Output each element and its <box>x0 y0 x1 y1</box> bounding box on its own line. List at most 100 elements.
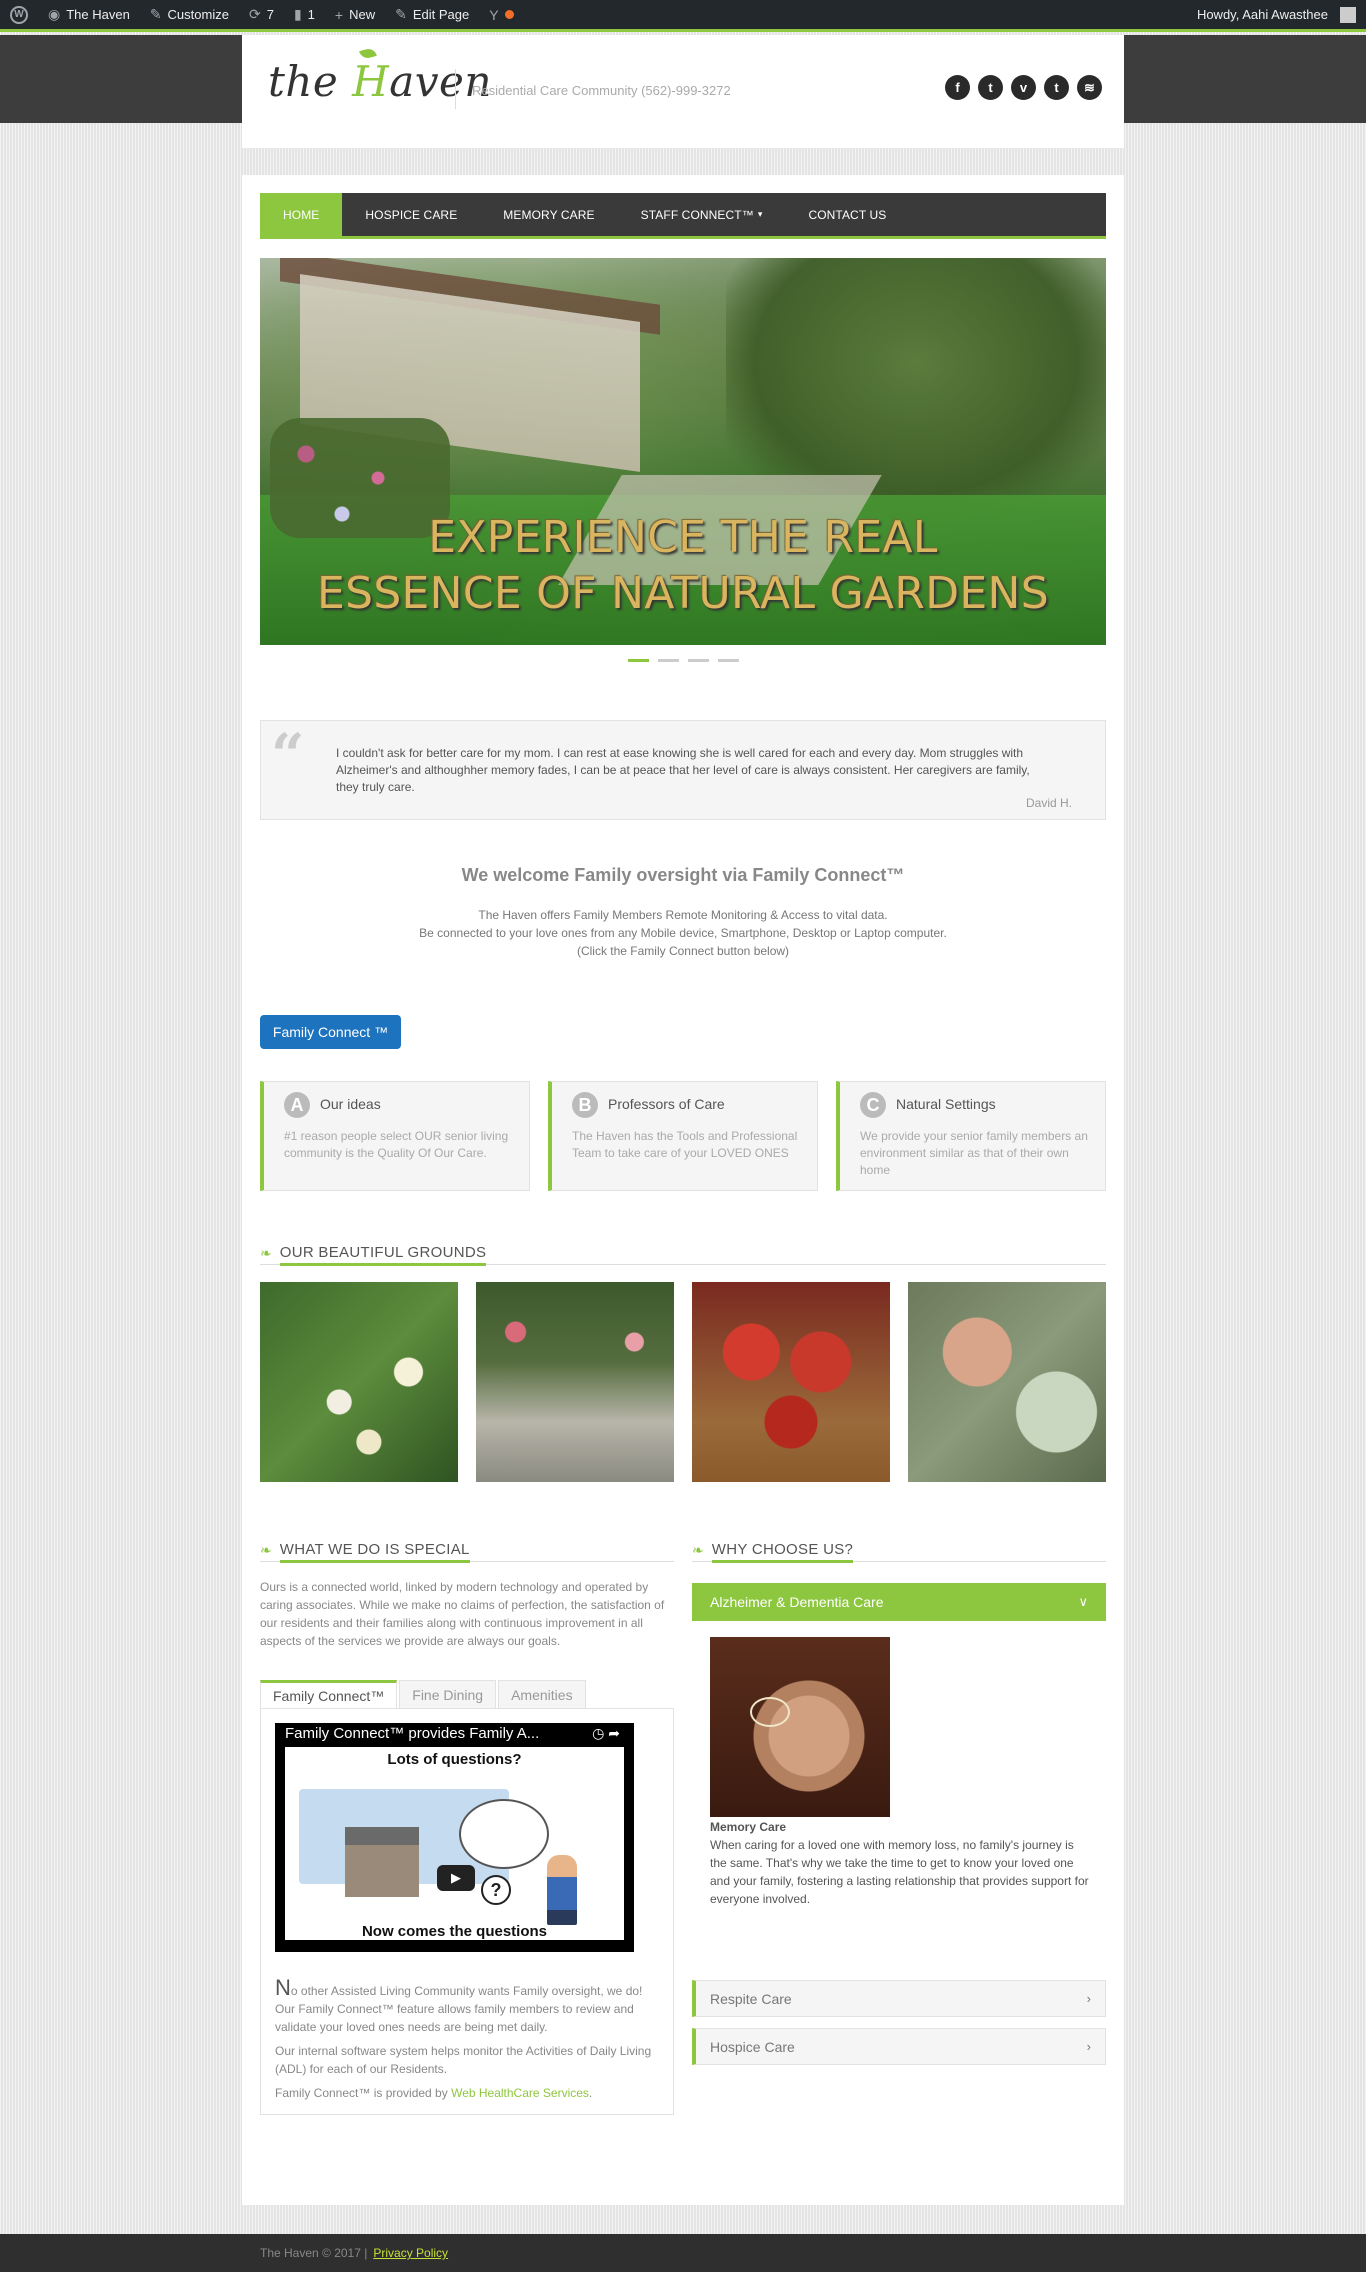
testimonial: “ I couldn't ask for better care for my … <box>260 720 1106 820</box>
site-logo[interactable]: the Haven <box>268 47 492 106</box>
gallery-image-tomatoes[interactable] <box>692 1282 890 1482</box>
hero-caption-line2: ESSENCE OF NATURAL GARDENS <box>317 568 1049 619</box>
sprig-icon: ❧ <box>260 1245 272 1261</box>
special-heading: ❧ WHAT WE DO IS SPECIAL <box>260 1540 674 1563</box>
video-embed[interactable]: Family Connect™ provides Family A... ◷ ➦… <box>275 1723 634 1952</box>
tab-panel: Family Connect™ provides Family A... ◷ ➦… <box>260 1708 674 2115</box>
provider-suffix: . <box>588 2086 593 2100</box>
gallery-image-harvest[interactable] <box>908 1282 1106 1482</box>
nav-item-home[interactable]: HOME <box>260 193 343 236</box>
dashboard-icon: ◉ <box>48 6 61 22</box>
testimonial-author: David H. <box>1025 796 1072 810</box>
why-heading: ❧ WHY CHOOSE US? <box>692 1540 1106 1563</box>
nav-item-staff-connect[interactable]: STAFF CONNECT™ ▾ <box>618 193 786 236</box>
accordion-alzheimer-dementia[interactable]: Alzheimer & Dementia Care ∨ <box>692 1583 1106 1621</box>
sprig-icon: ❧ <box>260 1542 272 1558</box>
avatar <box>1340 6 1356 23</box>
edit-page-link[interactable]: ✎ Edit Page <box>385 0 479 31</box>
memory-care-title: Memory Care <box>710 1820 787 1834</box>
accordion-respite-care[interactable]: Respite Care › <box>692 1980 1106 2017</box>
vimeo-icon[interactable]: v <box>1011 75 1036 100</box>
seo-menu[interactable]: Y <box>479 0 523 31</box>
gallery-image-garden-path[interactable] <box>476 1282 674 1482</box>
feature-badge: A <box>284 1092 310 1118</box>
tab-fine-dining[interactable]: Fine Dining <box>399 1680 497 1708</box>
video-character <box>547 1855 577 1925</box>
gallery-image-plumeria[interactable] <box>260 1282 458 1482</box>
accordion-label: Respite Care <box>710 1990 792 2007</box>
comments-link[interactable]: ▮ 1 <box>284 0 325 31</box>
rss-icon[interactable]: ≋ <box>1077 75 1102 100</box>
account-menu[interactable]: Howdy, Aahi Awasthee <box>1187 0 1366 31</box>
special-tabs: Family Connect™ Fine Dining Amenities <box>260 1680 674 1708</box>
slider-dot[interactable] <box>658 659 679 662</box>
why-title: WHY CHOOSE US? <box>711 1541 854 1563</box>
video-house <box>345 1827 419 1897</box>
nav-item-memory-care[interactable]: MEMORY CARE <box>480 193 617 236</box>
pencil-icon: ✎ <box>395 6 407 22</box>
site-footer: The Haven © 2017 | Privacy Policy <box>0 2234 1366 2272</box>
provider-link[interactable]: Web HealthCare Services <box>451 2086 589 2100</box>
tab-family-connect[interactable]: Family Connect™ <box>260 1680 398 1708</box>
twitter-icon[interactable]: t <box>978 75 1003 100</box>
chevron-right-icon: › <box>1086 2039 1091 2054</box>
memory-care-image <box>710 1637 890 1817</box>
copyright: The Haven © 2017 | <box>260 2246 368 2260</box>
clock-icon[interactable]: ◷ <box>592 1725 604 1741</box>
panel-paragraph: No other Assisted Living Community wants… <box>275 1977 659 2036</box>
accordion-hospice-care[interactable]: Hospice Care › <box>692 2028 1106 2065</box>
hero-caption-line1: EXPERIENCE THE REAL <box>428 512 938 563</box>
testimonial-text: I couldn't ask for better care for my mo… <box>336 746 1030 794</box>
quote-icon: “ <box>271 721 305 789</box>
accordion-label: Hospice Care <box>710 2038 795 2055</box>
drop-cap: N <box>275 1975 291 2000</box>
nav-item-hospice-care[interactable]: HOSPICE CARE <box>342 193 480 236</box>
new-content-menu[interactable]: + New <box>325 0 385 31</box>
slider-dot[interactable] <box>628 659 649 662</box>
slider-dot[interactable] <box>688 659 709 662</box>
video-bottom-text: Now comes the questions <box>361 1923 548 1940</box>
facebook-icon[interactable]: f <box>945 75 970 100</box>
caret-down-icon: ▾ <box>757 209 763 219</box>
tab-amenities[interactable]: Amenities <box>498 1680 586 1708</box>
wordpress-logo-menu[interactable]: W <box>0 0 38 31</box>
nav-item-contact-us[interactable]: CONTACT US <box>785 193 909 236</box>
feature-box: C Natural Settings We provide your senio… <box>836 1081 1106 1191</box>
logo-prefix: the <box>268 57 353 106</box>
play-icon[interactable]: ▶ <box>437 1865 475 1891</box>
video-title: Family Connect™ provides Family A... <box>285 1725 540 1742</box>
main-nav: HOME HOSPICE CARE MEMORY CARE STAFF CONN… <box>260 193 1106 239</box>
new-label: New <box>349 7 376 22</box>
provider-prefix: Family Connect™ is provided by <box>275 2086 452 2100</box>
site-name-menu[interactable]: ◉ The Haven <box>38 0 140 31</box>
tumblr-icon[interactable]: t <box>1044 75 1069 100</box>
customize-label: Customize <box>167 7 229 22</box>
video-controls: ◷ ➦ <box>592 1725 620 1742</box>
main-content: HOME HOSPICE CARE MEMORY CARE STAFF CONN… <box>242 175 1124 2205</box>
customize-link[interactable]: ✎ Customize <box>140 0 239 31</box>
video-thought-bubble <box>459 1799 549 1869</box>
family-connect-button[interactable]: Family Connect ™ <box>260 1015 401 1049</box>
welcome-line-2: Be connected to your love ones from any … <box>419 926 947 940</box>
video-top-text: Lots of questions? <box>387 1751 522 1768</box>
logo-h: H <box>352 57 390 106</box>
privacy-policy-link[interactable]: Privacy Policy <box>373 2246 448 2260</box>
memory-care-text: When caring for a loved one with memory … <box>710 1838 1089 1906</box>
updates-link[interactable]: ⟳ 7 <box>239 0 284 31</box>
slider-dot[interactable] <box>718 659 739 662</box>
panel-paragraph-2: Our internal software system helps monit… <box>275 2044 652 2076</box>
edit-page-label: Edit Page <box>412 7 470 22</box>
string-on-finger <box>750 1697 790 1727</box>
site-header: the Haven Residential Care Community (56… <box>242 35 1124 148</box>
nav-item-staff-connect-label: STAFF CONNECT™ <box>640 207 754 222</box>
accordion-body: Memory Care When caring for a loved one … <box>710 1818 1090 1908</box>
feature-badge: C <box>860 1092 886 1118</box>
seo-status-dot <box>504 10 514 19</box>
hero-slider[interactable]: EXPERIENCE THE REAL ESSENCE OF NATURAL G… <box>260 258 1106 645</box>
share-icon[interactable]: ➦ <box>608 1725 620 1741</box>
comments-count: 1 <box>307 7 315 22</box>
panel-paragraph: Family Connect™ is provided by Web Healt… <box>275 2084 659 2102</box>
logo-rest: aven <box>389 57 492 106</box>
grounds-gallery <box>260 1282 1106 1482</box>
welcome-line-3: (Click the Family Connect button below) <box>576 944 790 958</box>
